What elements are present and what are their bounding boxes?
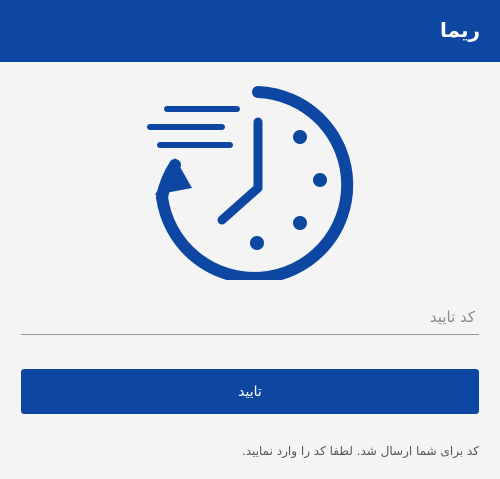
- verification-code-input[interactable]: [21, 300, 479, 334]
- hint-text: کد برای شما ارسال شد. لطفا کد را وارد نم…: [241, 444, 479, 458]
- clock-history-icon: [140, 80, 370, 284]
- app-title: ریما: [440, 18, 480, 42]
- app-bar: ریما: [0, 0, 500, 62]
- verification-code-field[interactable]: [21, 300, 479, 335]
- confirm-button[interactable]: تایید: [21, 369, 479, 414]
